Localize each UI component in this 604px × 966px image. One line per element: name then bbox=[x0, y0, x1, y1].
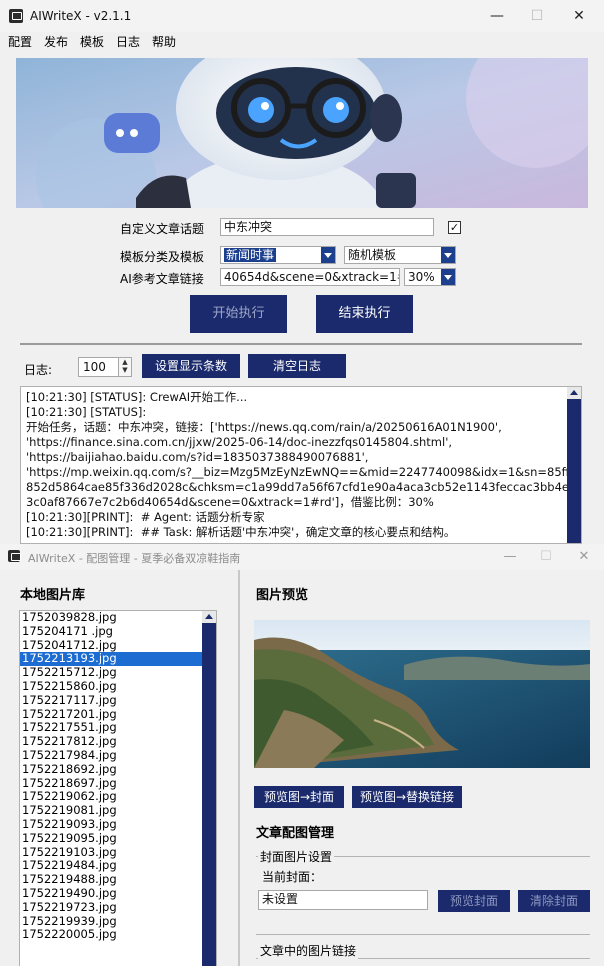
divider bbox=[20, 343, 582, 345]
image-manager-window: AIWriteX - 配图管理 - 夏季必备双凉鞋指南 — ☐ ✕ 本地图片库 … bbox=[0, 544, 604, 966]
log-line: [10:21:30] [STATUS]: bbox=[26, 405, 147, 419]
image-list-item[interactable]: 1752217551.jpg bbox=[20, 721, 216, 735]
ratio-select-value: 30% bbox=[408, 270, 435, 284]
start-button[interactable]: 开始执行 bbox=[190, 295, 287, 333]
log-line: 852d5864cae85f336d2028c&chksm=c1a99dd7a5… bbox=[26, 480, 582, 494]
log-line: [10:21:30] [STATUS]: CrewAI开始工作... bbox=[26, 390, 248, 404]
log-label: 日志: bbox=[24, 363, 53, 377]
title-bar: AIWriteX - 配图管理 - 夏季必备双凉鞋指南 — ☐ ✕ bbox=[0, 544, 604, 570]
title-bar: AIWriteX - v2.1.1 — ☐ ✕ bbox=[0, 0, 604, 32]
image-list-item[interactable]: 1752217812.jpg bbox=[20, 734, 216, 749]
app-icon bbox=[9, 9, 23, 23]
menu-config[interactable]: 配置 bbox=[8, 33, 32, 50]
clear-log-button[interactable]: 清空日志 bbox=[248, 354, 346, 378]
image-list-item[interactable]: 1752215860.jpg bbox=[20, 679, 216, 694]
log-line: 'https://finance.sina.com.cn/jjxw/2025-0… bbox=[26, 435, 453, 449]
log-scrollbar[interactable] bbox=[567, 387, 581, 543]
preview-replace-link-button[interactable]: 预览图→替换链接 bbox=[352, 786, 462, 808]
set-log-count-button[interactable]: 设置显示条数 bbox=[142, 354, 240, 378]
log-count-value: 100 bbox=[83, 360, 106, 374]
log-line: 开始任务，话题：中东冲突，链接：['https://news.qq.com/ra… bbox=[26, 420, 502, 434]
template-select[interactable]: 随机模板 bbox=[344, 246, 456, 264]
preview-heading: 图片预览 bbox=[256, 588, 309, 603]
template-select-value: 随机模板 bbox=[348, 248, 397, 262]
image-list-item[interactable]: 1752217201.jpg bbox=[20, 707, 216, 722]
image-list-item[interactable]: 1752219939.jpg bbox=[20, 914, 216, 929]
image-list-item[interactable]: 1752217117.jpg bbox=[20, 693, 216, 708]
list-scrollbar[interactable] bbox=[202, 611, 216, 966]
minimize-button[interactable]: — bbox=[490, 547, 530, 567]
scroll-up-icon[interactable] bbox=[567, 387, 581, 399]
manage-heading: 文章配图管理 bbox=[256, 826, 335, 841]
close-button[interactable]: ✕ bbox=[556, 4, 602, 28]
maximize-button[interactable]: ☐ bbox=[514, 4, 560, 28]
current-cover-label: 当前封面： bbox=[262, 870, 323, 884]
library-heading: 本地图片库 bbox=[20, 588, 86, 603]
topic-checkbox[interactable]: ✓ bbox=[448, 221, 461, 234]
image-list-item[interactable]: 1752219081.jpg bbox=[20, 803, 216, 818]
app-icon bbox=[8, 550, 21, 562]
log-count-spinbox[interactable]: 100 ▲ ▼ bbox=[78, 357, 132, 377]
image-list-item[interactable]: 1752219484.jpg bbox=[20, 859, 216, 873]
preview-image bbox=[254, 620, 590, 768]
image-list-item[interactable]: 1752219103.jpg bbox=[20, 845, 216, 860]
preview-to-cover-button[interactable]: 预览图→封面 bbox=[254, 786, 344, 808]
image-list-item[interactable]: 1752217984.jpg bbox=[20, 748, 216, 763]
window-title: AIWriteX - v2.1.1 bbox=[30, 9, 132, 23]
image-list-item[interactable]: 1752219095.jpg bbox=[20, 831, 216, 846]
current-cover-input[interactable]: 未设置 bbox=[258, 890, 428, 910]
chevron-down-icon bbox=[321, 247, 335, 263]
image-list-item[interactable]: 1752219062.jpg bbox=[20, 790, 216, 804]
spin-arrows-icon[interactable]: ▲ ▼ bbox=[118, 358, 131, 376]
image-list[interactable]: 1752039828.jpg 175204171 .jpg 1752041712.j… bbox=[19, 610, 217, 966]
chevron-down-icon bbox=[441, 247, 455, 263]
image-list-item[interactable]: 1752215712.jpg bbox=[20, 665, 216, 680]
chevron-down-icon bbox=[441, 269, 455, 285]
image-list-item[interactable]: 1752220005.jpg bbox=[20, 928, 216, 942]
image-list-item[interactable]: 1752039828.jpg bbox=[20, 611, 216, 625]
topic-input[interactable]: 中东冲突 bbox=[220, 218, 434, 236]
log-line: [10:21:30][PRINT]: ## Task: 解析话题'中东冲突'，确… bbox=[26, 525, 456, 539]
stop-button[interactable]: 结束执行 bbox=[316, 295, 413, 333]
preview-cover-button[interactable]: 预览封面 bbox=[438, 890, 510, 912]
reference-link-input[interactable]: 40654d&scene=0&xtrack=1#rd bbox=[220, 268, 400, 286]
menu-publish[interactable]: 发布 bbox=[44, 33, 68, 50]
template-label: 模板分类及模板 bbox=[120, 250, 205, 264]
log-line: 3c0af87667e7c2b6d40654d&scene=0&xtrack=1… bbox=[26, 495, 434, 509]
ratio-select[interactable]: 30% bbox=[404, 268, 456, 286]
link-label: AI参考文章链接 bbox=[120, 272, 204, 286]
image-list-item[interactable]: 1752218692.jpg bbox=[20, 762, 216, 777]
image-list-item[interactable]: 175204171 .jpg bbox=[20, 624, 216, 639]
image-list-item[interactable]: 1752219490.jpg bbox=[20, 886, 216, 901]
image-list-item[interactable]: 1752219723.jpg bbox=[20, 900, 216, 915]
image-list-item[interactable]: 1752219093.jpg bbox=[20, 817, 216, 832]
image-list-item[interactable]: 1752218697.jpg bbox=[20, 776, 216, 791]
topic-label: 自定义文章话题 bbox=[120, 222, 205, 236]
menu-template[interactable]: 模板 bbox=[80, 33, 104, 50]
image-list-item[interactable]: 1752041712.jpg bbox=[20, 638, 216, 653]
menu-bar: 配置 发布 模板 日志 帮助 bbox=[0, 32, 604, 50]
maximize-button[interactable]: ☐ bbox=[526, 547, 566, 567]
robot-banner-image bbox=[16, 58, 588, 208]
category-select[interactable]: 新闻时事 bbox=[220, 246, 336, 264]
window-title: AIWriteX - 配图管理 - 夏季必备双凉鞋指南 bbox=[28, 552, 241, 565]
category-select-value: 新闻时事 bbox=[224, 248, 277, 262]
main-window: AIWriteX - v2.1.1 — ☐ ✕ 配置 发布 模板 日志 帮助 自… bbox=[0, 0, 604, 544]
links-group bbox=[256, 934, 590, 935]
image-list-item[interactable]: 1752213193.jpg bbox=[20, 652, 216, 667]
menu-log[interactable]: 日志 bbox=[116, 33, 140, 50]
scroll-up-icon[interactable] bbox=[202, 611, 216, 623]
menu-help[interactable]: 帮助 bbox=[152, 33, 176, 50]
clear-cover-button[interactable]: 清除封面 bbox=[518, 890, 590, 912]
log-line: [10:21:30][PRINT]: # Agent: 话题分析专家 bbox=[26, 510, 265, 524]
links-group-title: 文章中的图片链接 bbox=[258, 942, 359, 959]
close-button[interactable]: ✕ bbox=[564, 547, 604, 567]
panel-divider bbox=[238, 570, 240, 966]
cover-group-title: 封面图片设置 bbox=[258, 848, 335, 865]
log-output[interactable]: [10:21:30] [STATUS]: CrewAI开始工作... [10:2… bbox=[20, 386, 582, 544]
log-line: 'https://mp.weixin.qq.com/s?__biz=Mzg5Mz… bbox=[26, 465, 582, 479]
image-list-item[interactable]: 1752219488.jpg bbox=[20, 872, 216, 887]
log-line: 'https://baijiahao.baidu.com/s?id=183503… bbox=[26, 450, 369, 464]
